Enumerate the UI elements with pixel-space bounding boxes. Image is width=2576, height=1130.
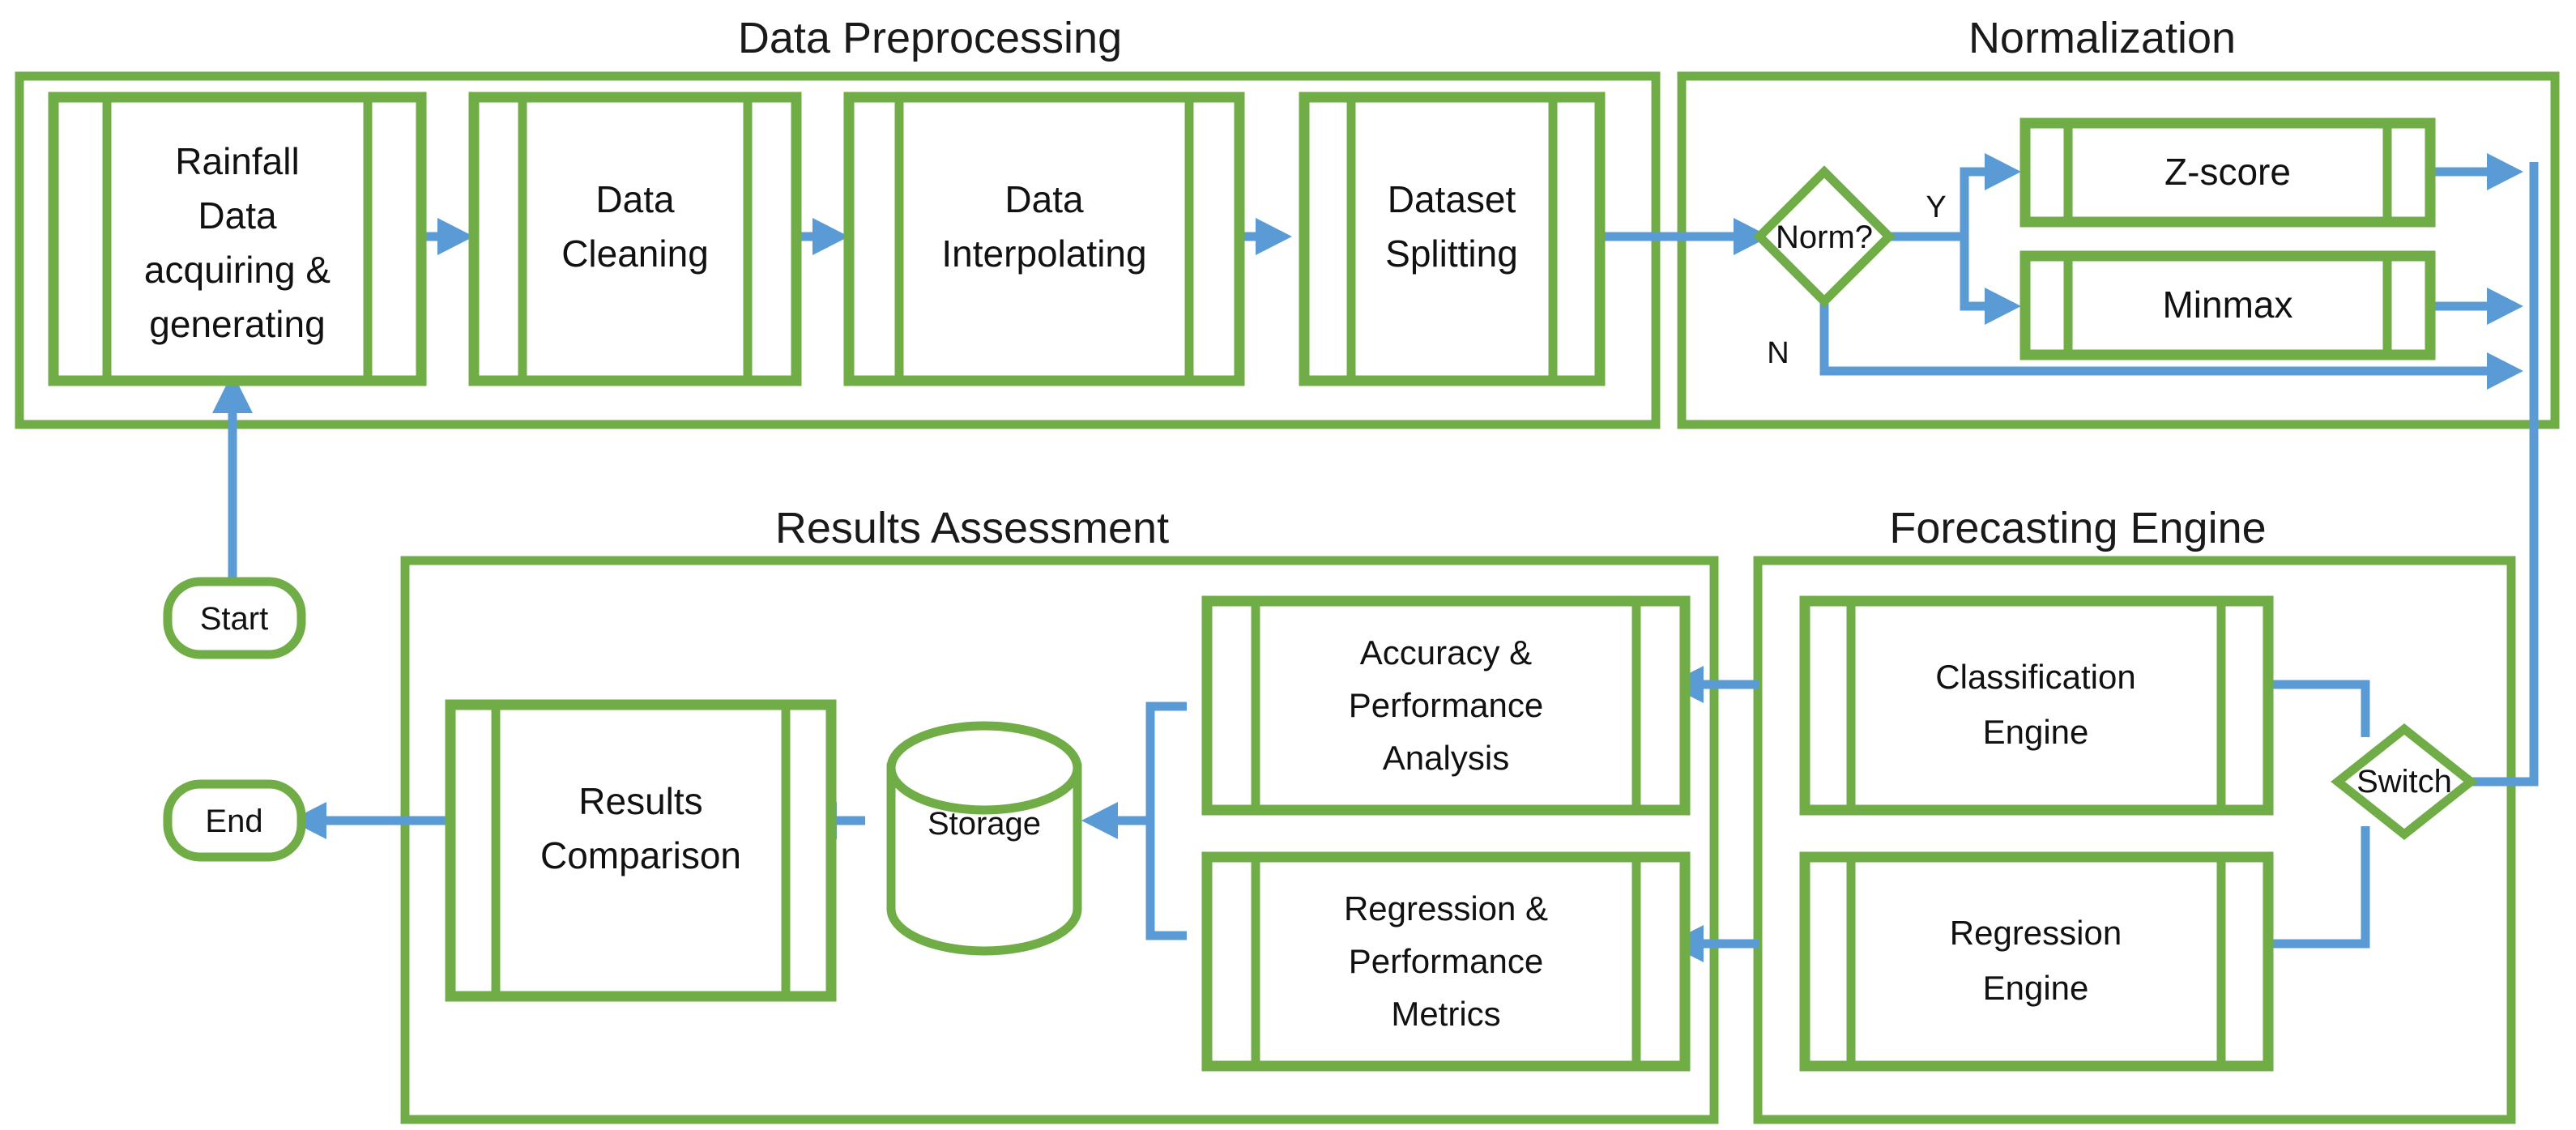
node-classification-engine[interactable]: Classification Engine — [1799, 595, 2274, 816]
group-title-results-assessment: Results Assessment — [775, 504, 1169, 552]
group-title-data-preprocessing: Data Preprocessing — [738, 14, 1122, 62]
terminator-start[interactable]: Start — [163, 577, 306, 659]
node-minmax-label: Minmax — [2162, 284, 2292, 326]
node-splitting-line-2: Splitting — [1385, 232, 1518, 275]
terminator-start-label: Start — [200, 601, 268, 637]
group-title-forecasting-engine: Forecasting Engine — [1889, 504, 2266, 552]
node-storage[interactable]: Storage — [886, 721, 1082, 956]
node-classification-line-1: Classification — [1935, 658, 2135, 696]
node-accuracy-line-2: Performance — [1349, 686, 1543, 724]
node-rainfall-line-3: acquiring & — [144, 249, 331, 291]
connector-cleaning-to-interpolating — [796, 218, 849, 255]
node-storage-label: Storage — [928, 806, 1041, 842]
node-classification-line-2: Engine — [1983, 713, 2089, 751]
node-regression-engine[interactable]: Regression Engine — [1799, 851, 2274, 1072]
node-regression-performance-metrics[interactable]: Regression & Performance Metrics — [1201, 851, 1691, 1072]
node-rainfall-line-1: Rainfall — [175, 140, 299, 182]
node-interpolating-line-2: Interpolating — [941, 232, 1146, 275]
connector-rainfall-to-cleaning — [421, 218, 474, 255]
node-splitting-line-1: Dataset — [1388, 178, 1516, 220]
node-cleaning-line-2: Cleaning — [561, 232, 709, 275]
node-minmax[interactable]: Minmax — [2019, 250, 2436, 360]
flowchart-canvas: Data Preprocessing Normalization Results… — [15, 14, 2560, 1124]
node-regression-engine-line-1: Regression — [1950, 914, 2122, 952]
flowchart-diagram: Data Preprocessing Normalization Results… — [0, 0, 2576, 1130]
node-accuracy-line-1: Accuracy & — [1360, 633, 1532, 672]
connector-minmax-to-bus — [2430, 288, 2523, 325]
node-regression-metrics-line-2: Performance — [1349, 942, 1543, 980]
node-regression-metrics-line-1: Regression & — [1344, 889, 1548, 927]
node-interpolating-line-1: Data — [1004, 178, 1084, 220]
terminator-end[interactable]: End — [163, 779, 306, 862]
node-data-cleaning[interactable]: Data Cleaning — [468, 92, 802, 386]
group-title-normalization: Normalization — [1968, 14, 2236, 62]
decision-norm-label: Norm? — [1776, 220, 1873, 255]
node-rainfall-line-2: Data — [198, 194, 277, 237]
edge-label-norm-yes: Y — [1926, 190, 1946, 224]
node-rainfall-line-4: generating — [149, 303, 325, 345]
decision-norm[interactable]: Norm? — [1753, 165, 1896, 308]
connector-start-to-rainfall — [212, 373, 253, 599]
node-cleaning-line-1: Data — [595, 178, 675, 220]
node-dataset-splitting[interactable]: Dataset Splitting — [1299, 92, 1606, 386]
node-rainfall-data[interactable]: Rainfall Data acquiring & generating — [48, 92, 427, 386]
terminator-end-label: End — [205, 804, 262, 839]
connector-interpolating-to-splitting — [1239, 218, 1292, 255]
connector-metrics-to-storage — [1081, 701, 1187, 940]
decision-switch[interactable]: Switch — [2331, 723, 2478, 841]
connector-norm-yes-branch — [1879, 153, 2021, 325]
node-results-comparison-line-1: Results — [578, 780, 702, 822]
node-results-comparison-line-2: Comparison — [540, 834, 741, 876]
node-data-interpolating[interactable]: Data Interpolating — [843, 92, 1245, 386]
node-accuracy-line-3: Analysis — [1383, 739, 1509, 777]
node-results-comparison[interactable]: Results Comparison — [445, 699, 837, 1002]
node-z-score-label: Z-score — [2164, 151, 2291, 193]
node-z-score[interactable]: Z-score — [2019, 117, 2436, 228]
node-accuracy-performance-analysis[interactable]: Accuracy & Performance Analysis — [1201, 595, 1691, 816]
edge-label-norm-no: N — [1767, 336, 1789, 370]
node-regression-engine-line-2: Engine — [1983, 969, 2089, 1007]
connector-results-comparison-to-end — [290, 802, 450, 839]
decision-switch-label: Switch — [2356, 764, 2452, 800]
connector-zscore-to-bus — [2430, 153, 2523, 190]
node-regression-metrics-line-3: Metrics — [1391, 995, 1500, 1033]
